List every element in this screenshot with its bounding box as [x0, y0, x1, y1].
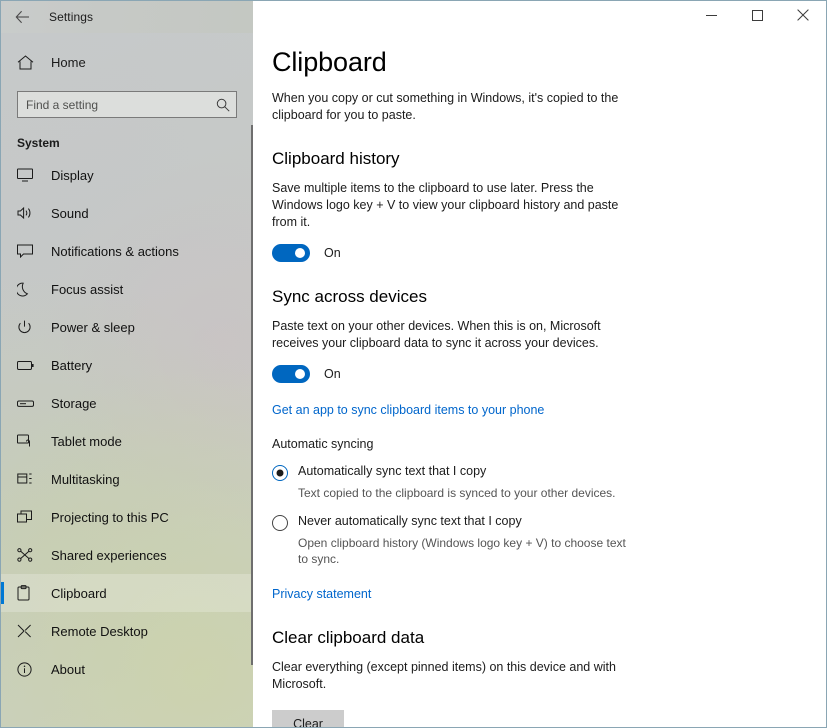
multitasking-icon: [17, 472, 39, 486]
clipboard-history-heading: Clipboard history: [272, 149, 803, 169]
monitor-icon: [17, 168, 39, 182]
sidebar-item-label: Projecting to this PC: [51, 510, 169, 525]
moon-icon: [17, 282, 39, 297]
power-icon: [17, 320, 39, 335]
clear-button[interactable]: Clear: [272, 710, 344, 728]
window-controls: [253, 1, 826, 33]
search-icon[interactable]: [210, 98, 236, 112]
sidebar-item-power-sleep[interactable]: Power & sleep: [1, 308, 253, 346]
sidebar-item-shared-experiences[interactable]: Shared experiences: [1, 536, 253, 574]
sync-devices-toggle-state: On: [324, 367, 341, 381]
sidebar-item-label: Multitasking: [51, 472, 120, 487]
battery-icon: [17, 360, 39, 371]
sidebar-item-label: Display: [51, 168, 94, 183]
sidebar-item-label: Sound: [51, 206, 89, 221]
radio-description: Open clipboard history (Windows logo key…: [298, 535, 635, 567]
search-box[interactable]: [17, 91, 237, 118]
sidebar-item-label: Shared experiences: [51, 548, 167, 563]
sidebar-item-label: Remote Desktop: [51, 624, 148, 639]
clipboard-history-toggle-row: On: [272, 244, 803, 262]
privacy-link-row: Privacy statement: [272, 585, 803, 603]
sidebar: Home System: [1, 33, 253, 728]
clipboard-history-toggle-state: On: [324, 246, 341, 260]
sidebar-item-clipboard[interactable]: Clipboard: [1, 574, 253, 612]
share-icon: [17, 548, 39, 562]
clipboard-history-toggle[interactable]: [272, 244, 310, 262]
tablet-icon: [17, 434, 39, 448]
automatic-syncing-label: Automatic syncing: [272, 437, 803, 451]
title-bar-left: Settings: [1, 1, 253, 33]
sidebar-item-label: Storage: [51, 396, 97, 411]
sync-devices-heading: Sync across devices: [272, 287, 803, 307]
sidebar-item-tablet-mode[interactable]: Tablet mode: [1, 422, 253, 460]
sidebar-home-label: Home: [51, 55, 86, 70]
sidebar-item-projecting[interactable]: Projecting to this PC: [1, 498, 253, 536]
radio-option-auto-sync[interactable]: Automatically sync text that I copy: [272, 464, 803, 481]
sidebar-item-sound[interactable]: Sound: [1, 194, 253, 232]
sidebar-item-focus-assist[interactable]: Focus assist: [1, 270, 253, 308]
settings-window: Settings: [0, 0, 827, 728]
sidebar-item-label: About: [51, 662, 85, 677]
maximize-button[interactable]: [734, 2, 780, 33]
toggle-knob: [295, 248, 305, 258]
sidebar-item-label: Power & sleep: [51, 320, 135, 335]
minimize-button[interactable]: [688, 2, 734, 33]
sidebar-item-display[interactable]: Display: [1, 156, 253, 194]
get-app-link[interactable]: Get an app to sync clipboard items to yo…: [272, 403, 544, 417]
info-icon: [17, 662, 39, 677]
radio-label: Automatically sync text that I copy: [298, 464, 486, 478]
search-input[interactable]: [18, 92, 210, 117]
remote-desktop-icon: [17, 624, 39, 638]
sync-devices-toggle[interactable]: [272, 365, 310, 383]
radio-button-selected[interactable]: [272, 465, 288, 481]
sync-devices-toggle-row: On: [272, 365, 803, 383]
sidebar-group-title: System: [1, 118, 253, 156]
sidebar-item-home[interactable]: Home: [1, 45, 253, 79]
sync-devices-description: Paste text on your other devices. When t…: [272, 318, 620, 352]
close-icon: [797, 8, 809, 26]
sidebar-item-notifications[interactable]: Notifications & actions: [1, 232, 253, 270]
sidebar-item-about[interactable]: About: [1, 650, 253, 688]
radio-option-never-sync[interactable]: Never automatically sync text that I cop…: [272, 514, 803, 531]
main-content: Clipboard When you copy or cut something…: [253, 33, 827, 728]
sidebar-item-label: Focus assist: [51, 282, 123, 297]
app-title: Settings: [49, 10, 93, 24]
sidebar-item-remote-desktop[interactable]: Remote Desktop: [1, 612, 253, 650]
close-button[interactable]: [780, 2, 826, 33]
page-title: Clipboard: [272, 47, 803, 78]
speaker-icon: [17, 206, 39, 220]
sidebar-item-label: Battery: [51, 358, 92, 373]
maximize-icon: [752, 8, 763, 26]
sidebar-item-label: Notifications & actions: [51, 244, 179, 259]
projecting-icon: [17, 510, 39, 524]
sidebar-item-label: Clipboard: [51, 586, 107, 601]
back-button[interactable]: [1, 1, 45, 33]
privacy-statement-link[interactable]: Privacy statement: [272, 587, 371, 601]
title-bar: Settings: [1, 1, 826, 33]
radio-label: Never automatically sync text that I cop…: [298, 514, 522, 528]
sidebar-item-storage[interactable]: Storage: [1, 384, 253, 422]
sidebar-item-multitasking[interactable]: Multitasking: [1, 460, 253, 498]
notification-icon: [17, 244, 39, 258]
sidebar-item-battery[interactable]: Battery: [1, 346, 253, 384]
clear-clipboard-heading: Clear clipboard data: [272, 628, 803, 648]
minimize-icon: [706, 8, 717, 26]
toggle-knob: [295, 369, 305, 379]
back-arrow-icon: [15, 10, 31, 24]
clear-clipboard-description: Clear everything (except pinned items) o…: [272, 659, 620, 693]
clipboard-icon: [17, 585, 39, 601]
clipboard-history-description: Save multiple items to the clipboard to …: [272, 180, 620, 231]
radio-button-unselected[interactable]: [272, 515, 288, 531]
radio-description: Text copied to the clipboard is synced t…: [298, 485, 635, 501]
search-container: [1, 79, 253, 118]
sidebar-item-label: Tablet mode: [51, 434, 122, 449]
get-app-link-row: Get an app to sync clipboard items to yo…: [272, 401, 803, 419]
page-intro-text: When you copy or cut something in Window…: [272, 90, 620, 124]
storage-icon: [17, 398, 39, 409]
home-icon: [17, 55, 39, 70]
